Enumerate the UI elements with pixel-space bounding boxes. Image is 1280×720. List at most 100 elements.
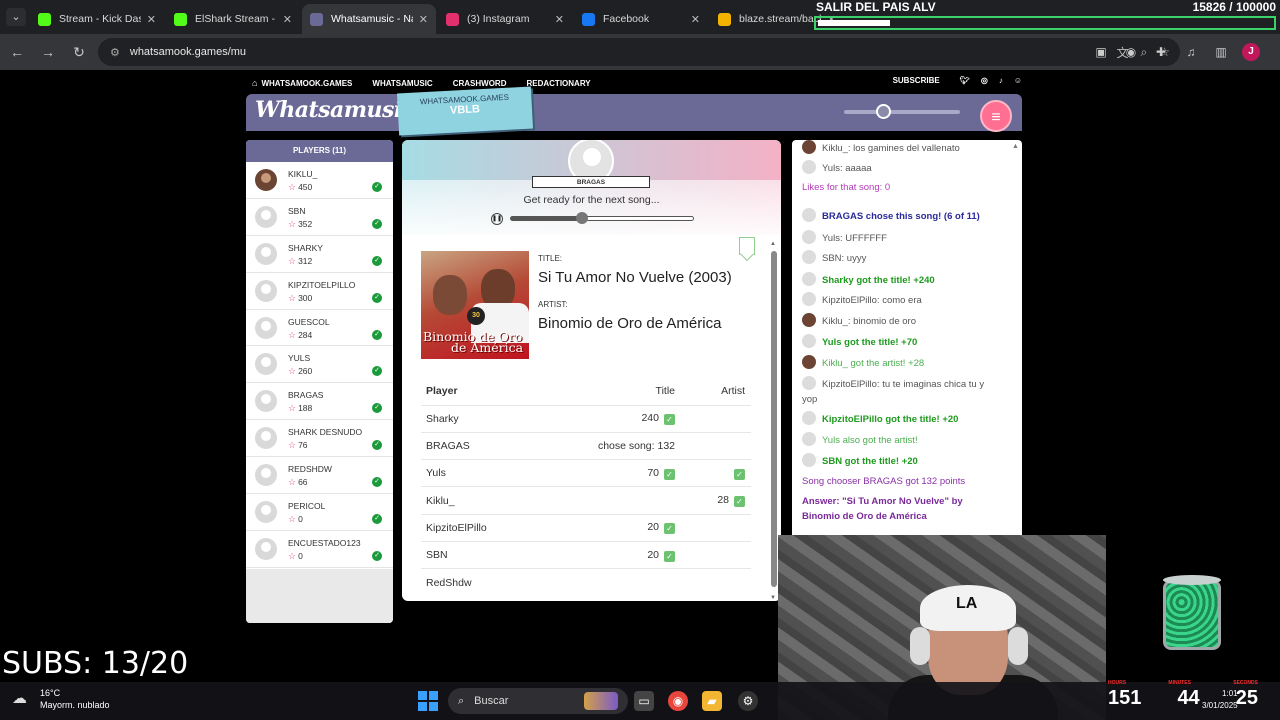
scroll-thumb[interactable] xyxy=(771,251,777,587)
scroll-down-icon[interactable]: ▼ xyxy=(770,595,776,601)
hamburger-menu-icon[interactable]: ≡ xyxy=(980,100,1012,132)
forward-button[interactable]: → xyxy=(34,38,62,66)
site-info-icon[interactable]: ⚙ xyxy=(110,46,120,59)
file-explorer-icon[interactable]: ▰ xyxy=(702,691,722,711)
check-icon: ✓ xyxy=(372,366,382,377)
blaze-icon xyxy=(718,12,731,26)
player-name: KIPZITOELPILLO xyxy=(288,279,356,290)
player-row[interactable]: KIPZITOELPILLO ☆ 300 ✓ xyxy=(246,273,393,310)
browser-tab[interactable]: Stream - Kick Dash ✕ xyxy=(30,4,164,34)
browser-tab[interactable]: Facebook ✕ xyxy=(574,4,708,34)
address-bar[interactable]: ⚙ whatsamook.games/mu 文 ⌕ ☆ xyxy=(98,38,1180,66)
nav-link-whatsamusic[interactable]: WHATSAMUSIC xyxy=(372,79,432,88)
chat-scrollbar[interactable]: ▲ xyxy=(1012,140,1020,535)
round-progress-bar xyxy=(510,212,694,224)
chat-message: KipzitoElPillo: tu te imaginas chica tu … xyxy=(802,376,1002,407)
pause-button[interactable]: ❚❚ xyxy=(491,213,503,225)
player-row[interactable]: KIKLU_ ☆ 450 ✓ xyxy=(246,162,393,199)
goal-progress-fill xyxy=(818,20,891,26)
check-icon: ✓ xyxy=(372,550,382,561)
timer-hours: 151 xyxy=(1108,687,1142,709)
browser-tab[interactable]: (3) Instagram ✕ xyxy=(438,4,572,34)
player-row[interactable]: SBN ☆ 352 ✓ xyxy=(246,199,393,236)
url-text[interactable]: whatsamook.games/mu xyxy=(130,46,246,58)
tab-close-icon[interactable]: ✕ xyxy=(691,13,700,26)
round-status: Get ready for the next song... xyxy=(523,194,660,206)
scroll-up-icon[interactable]: ▲ xyxy=(770,241,776,247)
chat-avatar xyxy=(802,453,816,467)
system-clock[interactable]: 1:01 3/01/2025 xyxy=(1202,688,1238,712)
volume-slider[interactable] xyxy=(844,104,960,119)
tab-close-icon[interactable]: ✕ xyxy=(555,13,564,26)
player-avatar xyxy=(255,427,277,450)
player-row[interactable]: GUESCOL ☆ 284 ✓ xyxy=(246,310,393,347)
row-artist: ✓ xyxy=(675,459,751,487)
chrome-icon[interactable]: ◉ xyxy=(668,691,688,711)
browser-tab[interactable]: Whatsamusic - Na ✕ xyxy=(302,4,436,34)
profile-avatar[interactable]: J xyxy=(1242,43,1260,61)
player-row[interactable]: YULS ☆ 260 ✓ xyxy=(246,346,393,384)
row-player: BRAGAS xyxy=(421,431,591,460)
subscribe-link[interactable]: SUBSCRIBE xyxy=(893,76,940,85)
reload-button[interactable]: ↻ xyxy=(65,38,93,66)
instagram-icon xyxy=(446,12,459,26)
player-score: ☆ 0 xyxy=(288,550,303,561)
app-icon[interactable]: ⚙ xyxy=(738,691,758,711)
extensions-puzzle-icon[interactable]: ✚ xyxy=(1152,43,1170,61)
chat-message: Yuls also got the artist! xyxy=(802,432,1002,448)
nav-link-home[interactable]: WHATSAMOOK.GAMES xyxy=(261,79,352,88)
windows-taskbar: ☁ 16°C Mayorm. nublado ⌕ Buscar ▭ ◉ ▰ ⚙ xyxy=(0,682,1280,720)
col-artist: Artist xyxy=(721,385,745,398)
browser-menu-icon[interactable]: ⋮ xyxy=(1272,43,1280,61)
twitter-icon[interactable]: 🐦︎ xyxy=(960,76,970,85)
browser-tab[interactable]: ElShark Stream - V ✕ xyxy=(166,4,300,34)
bookmark-icon[interactable] xyxy=(739,237,755,255)
player-row[interactable]: PERICOL ☆ 0 ✓ xyxy=(246,494,393,531)
weather-widget[interactable]: ☁ 16°C Mayorm. nublado xyxy=(12,687,110,711)
row-title: 20 ✓ xyxy=(591,513,675,542)
task-view-icon[interactable]: ▭ xyxy=(634,691,654,711)
tab-close-icon[interactable]: ✕ xyxy=(419,13,428,26)
check-icon: ✓ xyxy=(372,477,382,488)
check-icon: ✓ xyxy=(372,292,382,303)
whatsamusic-logo[interactable]: Whatsamusic xyxy=(255,97,415,123)
player-row[interactable]: ENCUESTADO123 ☆ 0 ✓ xyxy=(246,531,393,568)
chat-message: SBN got the title! +20 xyxy=(802,453,1002,469)
media-control-icon[interactable]: ♫ xyxy=(1182,43,1200,61)
tab-search-button[interactable]: ⌄ xyxy=(6,8,26,26)
tab-title: blaze.stream/back xyxy=(739,13,821,25)
title-check-icon: ✓ xyxy=(664,468,675,480)
tab-capture-icon[interactable]: ▣ xyxy=(1092,43,1110,61)
extension-icon[interactable]: ◉ xyxy=(1122,43,1140,61)
player-avatar xyxy=(255,169,277,191)
player-row[interactable]: SHARK DESNUDO ☆ 76 ✓ xyxy=(246,420,393,458)
chat-avatar xyxy=(802,208,816,222)
song-scrollbar[interactable]: ▲ ▼ xyxy=(770,241,778,601)
row-player: KipzitoElPillo xyxy=(421,513,591,542)
home-icon[interactable]: ⌂ xyxy=(252,78,257,88)
tab-close-icon[interactable]: ✕ xyxy=(283,13,292,26)
taskbar-search[interactable]: ⌕ Buscar xyxy=(448,688,628,714)
windows-start-icon[interactable] xyxy=(418,691,438,711)
nav-link-redactionary[interactable]: REDACTIONARY xyxy=(526,79,590,88)
nav-link-crashword[interactable]: CRASHWORD xyxy=(453,79,507,88)
player-avatar xyxy=(255,316,277,339)
player-row[interactable]: REDSHDW ☆ 66 ✓ xyxy=(246,457,393,495)
discord-icon[interactable]: ☺ xyxy=(1014,76,1022,85)
player-row[interactable]: BRAGAS ☆ 188 ✓ xyxy=(246,383,393,421)
chat-message: Yuls got the title! +70 xyxy=(802,334,1002,350)
player-name: GUESCOL xyxy=(288,316,330,327)
side-panel-icon[interactable]: ▥ xyxy=(1212,43,1230,61)
back-button[interactable]: ← xyxy=(3,38,31,66)
volume-knob[interactable] xyxy=(876,104,892,119)
chat-scroll-up-icon[interactable]: ▲ xyxy=(1012,143,1019,150)
chat-avatar xyxy=(802,250,816,264)
player-row[interactable]: SHARKY ☆ 312 ✓ xyxy=(246,236,393,273)
facebook-icon xyxy=(582,12,595,26)
instagram-icon[interactable]: ◎ xyxy=(981,76,988,85)
check-icon: ✓ xyxy=(372,182,382,192)
tiktok-icon[interactable]: ♪ xyxy=(999,76,1003,85)
artist-check-icon: ✓ xyxy=(734,496,745,508)
players-header: PLAYERS (11) xyxy=(246,140,393,162)
tab-close-icon[interactable]: ✕ xyxy=(147,13,156,26)
